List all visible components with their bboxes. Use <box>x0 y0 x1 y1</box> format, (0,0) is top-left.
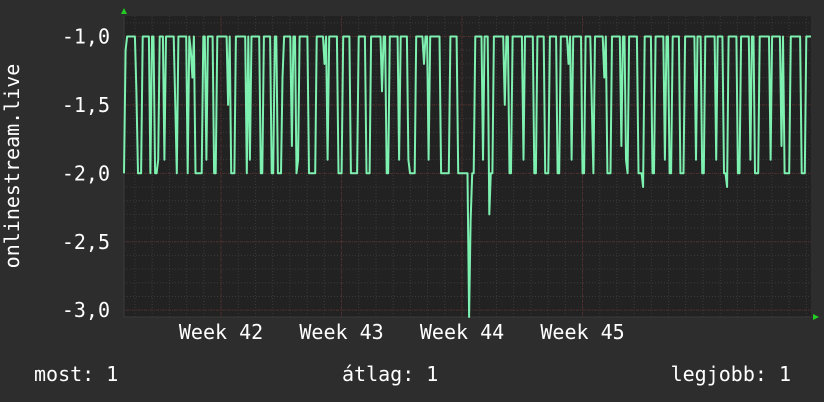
y-tick-label: -2,5 <box>62 230 110 254</box>
y-tick-label: -2,0 <box>62 161 110 185</box>
x-tick-label: Week 45 <box>540 320 624 344</box>
y-tick-label: -1,5 <box>62 93 110 117</box>
stat-average: átlag: 1 <box>342 362 439 386</box>
x-axis-arrow <box>813 314 819 320</box>
y-tick-label: -3,0 <box>62 298 110 322</box>
x-tick-label: Week 43 <box>299 320 383 344</box>
stat-best: legjobb: 1 <box>670 362 791 386</box>
x-tick-label: Week 44 <box>420 320 504 344</box>
x-tick-label: Week 42 <box>179 320 263 344</box>
y-tick-label: -1,0 <box>62 25 110 49</box>
y-axis-label: onlinestream.live <box>0 64 24 269</box>
line-chart: -1,0 -1,5 -2,0 -2,5 -3,0 Week 42 Week 43 Week 4… <box>0 8 819 344</box>
stat-current: most: 1 <box>34 362 119 386</box>
y-axis-arrow <box>121 8 127 14</box>
